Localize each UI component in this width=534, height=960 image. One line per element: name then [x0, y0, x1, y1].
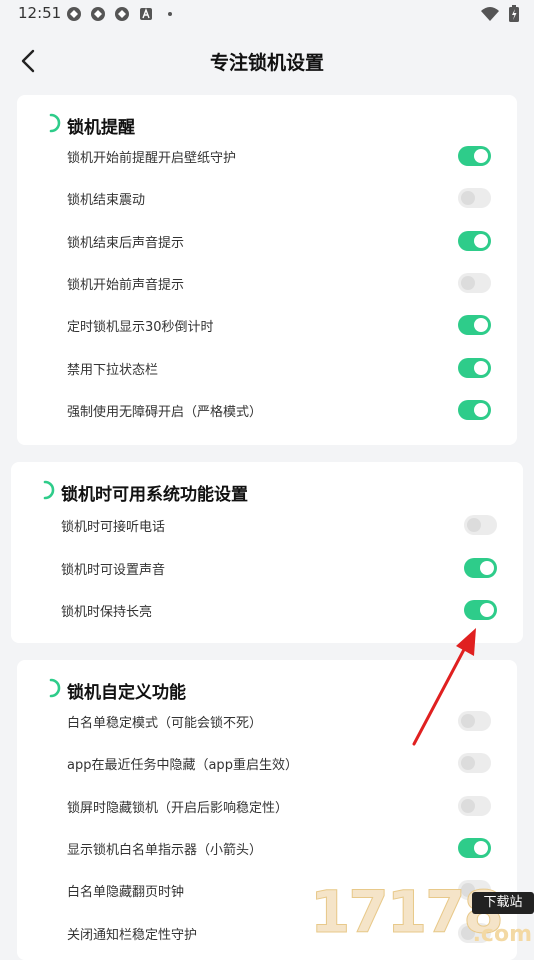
watermark-suffix: .com	[472, 922, 532, 947]
page-title: 专注锁机设置	[209, 52, 324, 74]
toggle-switch[interactable]	[464, 600, 497, 620]
app-notification-icon	[91, 7, 105, 21]
wifi-icon	[481, 7, 499, 21]
toggle-switch[interactable]	[464, 515, 497, 535]
toggle-switch[interactable]	[458, 837, 491, 858]
header: 专注锁机设置	[0, 38, 534, 84]
section-accent-mark	[49, 113, 61, 133]
section-title: 锁机时可用系统功能设置	[61, 485, 248, 505]
setting-label: 锁机结束震动	[67, 193, 146, 209]
setting-label: 锁机开始前提醒开启壁纸守护	[67, 151, 237, 166]
toggle-knob	[474, 233, 488, 248]
section-system-functions: 锁机时可用系统功能设置 锁机时可接听电话 锁机时可设置声音 锁机时保持长亮	[11, 462, 523, 643]
toggle-knob	[474, 318, 488, 333]
toggle-knob	[480, 603, 494, 617]
section-lock-reminder: 锁机提醒 锁机开始前提醒开启壁纸守护 锁机结束震动锁机结束后声音提示 锁机开始前声音…	[17, 95, 517, 445]
setting-row: 锁机结束后声音提示	[17, 222, 517, 264]
setting-label: 强制使用无障碍开启（严格模式）	[67, 404, 263, 420]
setting-row: 锁屏时隐藏锁机（开启后影响稳定性）	[17, 787, 517, 829]
toggle-switch[interactable]	[458, 315, 491, 336]
section-title: 锁机提醒	[67, 118, 135, 138]
setting-row: 禁用下拉状态栏	[17, 349, 517, 391]
section-accent-mark	[49, 678, 61, 698]
keyboard-a-icon	[140, 8, 152, 20]
toggle-switch[interactable]	[458, 272, 491, 293]
toggle-knob	[461, 275, 475, 290]
setting-label: 关闭通知栏稳定性守护	[67, 927, 198, 943]
section-accent-mark	[43, 480, 55, 500]
setting-label: 锁机时保持长亮	[61, 605, 153, 620]
setting-label: 白名单稳定模式（可能会锁不死）	[67, 716, 263, 731]
setting-row: 锁机开始前声音提示	[17, 264, 517, 306]
toggle-knob	[474, 840, 488, 855]
setting-row: 锁机开始前提醒开启壁纸守护	[17, 137, 517, 179]
toggle-switch[interactable]	[458, 357, 491, 378]
setting-row: 定时锁机显示30秒倒计时	[17, 306, 517, 348]
status-time: 12:51	[18, 4, 62, 22]
app-notification-icon	[67, 7, 81, 21]
battery-icon	[509, 5, 519, 22]
setting-row: 锁机时可设置声音	[11, 549, 523, 591]
setting-label: 锁屏时隐藏锁机（开启后影响稳定性）	[67, 800, 289, 816]
section-title: 锁机自定义功能	[67, 683, 186, 703]
setting-label: 锁机时可设置声音	[61, 562, 166, 578]
setting-label: 锁机开始前声音提示	[67, 277, 185, 293]
setting-row: 强制使用无障碍开启（严格模式）	[17, 391, 517, 433]
setting-label: 显示锁机白名单指示器（小箭头）	[67, 842, 263, 858]
toggle-switch[interactable]	[458, 146, 491, 166]
annotation-arrow-icon	[412, 628, 476, 746]
setting-row: 显示锁机白名单指示器（小箭头）	[17, 829, 517, 871]
notification-icons	[66, 6, 178, 22]
toggle-knob	[474, 402, 488, 417]
toggle-knob	[474, 360, 488, 375]
setting-label: 锁机结束后声音提示	[67, 235, 185, 251]
setting-row: 锁机结束震动	[17, 179, 517, 221]
watermark-badge: 下载站	[472, 892, 534, 914]
dot-icon	[168, 12, 172, 16]
toggle-switch[interactable]	[464, 557, 497, 578]
status-bar: 12:51	[0, 0, 534, 28]
toggle-knob	[467, 518, 481, 532]
setting-label: 定时锁机显示30秒倒计时	[67, 320, 214, 336]
toggle-switch[interactable]	[458, 795, 491, 816]
setting-label: app在最近任务中隐藏（app重启生效）	[67, 758, 298, 774]
system-status-icons	[480, 5, 520, 23]
setting-label: 锁机时可接听电话	[61, 520, 166, 535]
toggle-switch[interactable]	[458, 188, 491, 209]
setting-row: 锁机时可接听电话	[11, 506, 523, 548]
toggle-switch[interactable]	[458, 230, 491, 251]
app-notification-icon	[115, 7, 129, 21]
toggle-knob	[480, 560, 494, 575]
setting-label: 白名单隐藏翻页时钟	[67, 885, 185, 901]
toggle-switch[interactable]	[458, 399, 491, 420]
toggle-knob	[461, 798, 475, 813]
watermark-logo: 17178 下载站 .com	[310, 878, 534, 950]
toggle-knob	[474, 149, 488, 163]
toggle-knob	[461, 191, 475, 206]
setting-label: 禁用下拉状态栏	[67, 362, 159, 378]
